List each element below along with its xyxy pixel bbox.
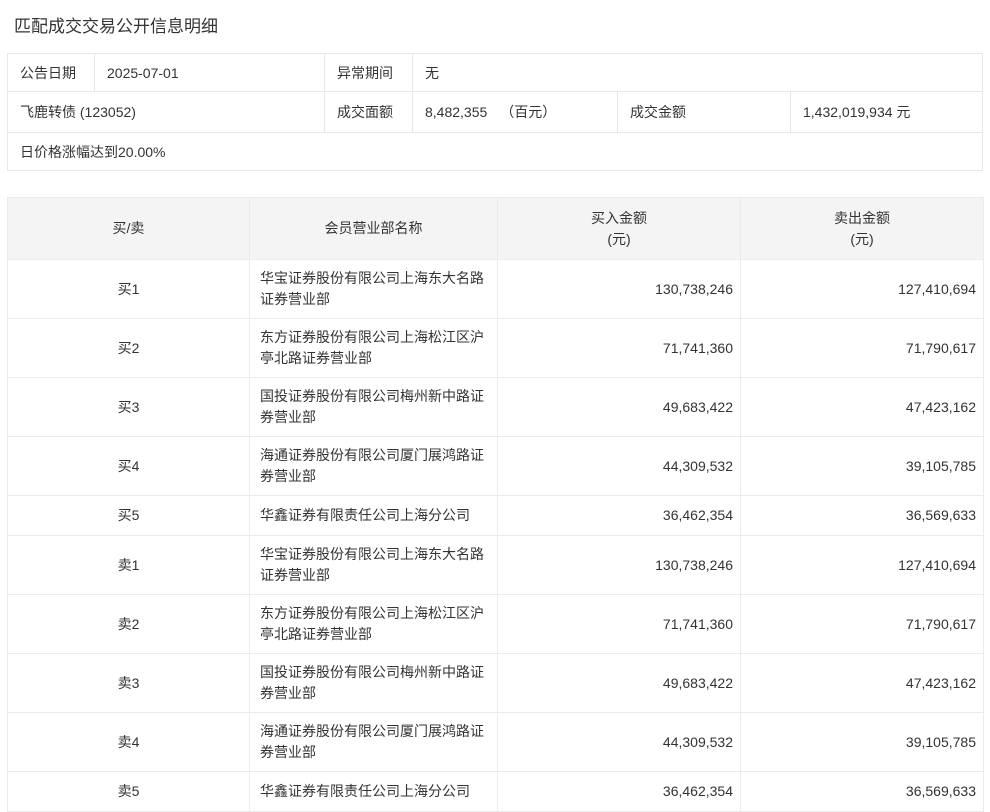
col-header-sell-line2: (元) — [850, 230, 874, 247]
price-change-note: 日价格涨幅达到20.00% — [8, 132, 982, 170]
branch-cell: 国投证券股份有限公司梅州新中路证券营业部 — [249, 377, 498, 437]
buy-amount-cell: 130,738,246 — [497, 535, 741, 595]
summary-info-box: 公告日期 2025-07-01 异常期间 无 飞鹿转债 (123052) 成交面… — [7, 53, 983, 171]
branch-cell: 海通证券股份有限公司厦门展鸿路证券营业部 — [249, 712, 498, 772]
table-row: 卖5 华鑫证券有限责任公司上海分公司 36,462,354 36,569,633 — [7, 771, 984, 812]
announce-date-value: 2025-07-01 — [95, 54, 325, 91]
table-row: 卖3 国投证券股份有限公司梅州新中路证券营业部 49,683,422 47,42… — [7, 653, 984, 713]
table-row: 买2 东方证券股份有限公司上海松江区沪亭北路证券营业部 71,741,360 7… — [7, 318, 984, 378]
col-header-buy-line2: (元) — [607, 230, 631, 247]
table-body: 买1 华宝证券股份有限公司上海东大名路证券营业部 130,738,246 127… — [7, 259, 984, 812]
table-header: 买/卖 会员营业部名称 买入金额 (元) 卖出金额 (元) — [7, 197, 984, 260]
buy-amount-cell: 49,683,422 — [497, 377, 741, 437]
side-cell: 卖2 — [7, 594, 250, 654]
buy-amount-cell: 36,462,354 — [497, 495, 741, 536]
side-cell: 买4 — [7, 436, 250, 496]
sell-amount-cell: 71,790,617 — [740, 318, 984, 378]
table-row: 卖1 华宝证券股份有限公司上海东大名路证券营业部 130,738,246 127… — [7, 535, 984, 595]
table-row: 买4 海通证券股份有限公司厦门展鸿路证券营业部 44,309,532 39,10… — [7, 436, 984, 496]
side-cell: 卖1 — [7, 535, 250, 595]
branch-cell: 东方证券股份有限公司上海松江区沪亭北路证券营业部 — [249, 318, 498, 378]
face-value-unit: （百元） — [500, 104, 557, 120]
side-cell: 卖5 — [7, 771, 250, 812]
col-header-sell-line1: 卖出金额 — [834, 209, 890, 226]
branch-cell: 华鑫证券有限责任公司上海分公司 — [249, 771, 498, 812]
security-name: 飞鹿转债 (123052) — [8, 91, 325, 132]
side-cell: 卖3 — [7, 653, 250, 713]
table-row: 卖4 海通证券股份有限公司厦门展鸿路证券营业部 44,309,532 39,10… — [7, 712, 984, 772]
col-header-sell: 卖出金额 (元) — [740, 197, 984, 260]
abnormal-period-label: 异常期间 — [325, 54, 413, 91]
sell-amount-cell: 47,423,162 — [740, 377, 984, 437]
announce-date-label: 公告日期 — [8, 54, 95, 91]
table-row: 买1 华宝证券股份有限公司上海东大名路证券营业部 130,738,246 127… — [7, 259, 984, 319]
buy-amount-cell: 71,741,360 — [497, 318, 741, 378]
col-header-buy-line1: 买入金额 — [591, 209, 647, 226]
sell-amount-cell: 47,423,162 — [740, 653, 984, 713]
table-row: 买5 华鑫证券有限责任公司上海分公司 36,462,354 36,569,633 — [7, 495, 984, 536]
table-header-row: 买/卖 会员营业部名称 买入金额 (元) 卖出金额 (元) — [7, 197, 984, 260]
side-cell: 买3 — [7, 377, 250, 437]
sell-amount-cell: 36,569,633 — [740, 495, 984, 536]
face-value-label: 成交面额 — [325, 91, 413, 132]
page-container: 匹配成交交易公开信息明细 公告日期 2025-07-01 异常期间 无 飞鹿转债… — [0, 15, 990, 812]
table-row: 卖2 东方证券股份有限公司上海松江区沪亭北路证券营业部 71,741,360 7… — [7, 594, 984, 654]
side-cell: 买1 — [7, 259, 250, 319]
buy-amount-cell: 130,738,246 — [497, 259, 741, 319]
sell-amount-cell: 71,790,617 — [740, 594, 984, 654]
col-header-buy: 买入金额 (元) — [497, 197, 741, 260]
sell-amount-cell: 127,410,694 — [740, 259, 984, 319]
sell-amount-cell: 127,410,694 — [740, 535, 984, 595]
branch-cell: 华宝证券股份有限公司上海东大名路证券营业部 — [249, 535, 498, 595]
sell-amount-cell: 39,105,785 — [740, 436, 984, 496]
side-cell: 卖4 — [7, 712, 250, 772]
buy-amount-cell: 44,309,532 — [497, 712, 741, 772]
branch-cell: 华宝证券股份有限公司上海东大名路证券营业部 — [249, 259, 498, 319]
buy-amount-cell: 44,309,532 — [497, 436, 741, 496]
side-cell: 买2 — [7, 318, 250, 378]
sell-amount-cell: 36,569,633 — [740, 771, 984, 812]
buy-amount-cell: 71,741,360 — [497, 594, 741, 654]
turnover-label: 成交金额 — [618, 91, 791, 132]
page-title: 匹配成交交易公开信息明细 — [14, 17, 218, 36]
branch-cell: 海通证券股份有限公司厦门展鸿路证券营业部 — [249, 436, 498, 496]
trading-disclosure-table: 买/卖 会员营业部名称 买入金额 (元) 卖出金额 (元) 买1 华宝证券股份有… — [7, 197, 984, 812]
table-row: 买3 国投证券股份有限公司梅州新中路证券营业部 49,683,422 47,42… — [7, 377, 984, 437]
branch-cell: 华鑫证券有限责任公司上海分公司 — [249, 495, 498, 536]
turnover-value: 1,432,019,934 元 — [791, 91, 982, 132]
branch-cell: 国投证券股份有限公司梅州新中路证券营业部 — [249, 653, 498, 713]
buy-amount-cell: 49,683,422 — [497, 653, 741, 713]
buy-amount-cell: 36,462,354 — [497, 771, 741, 812]
col-header-branch: 会员营业部名称 — [249, 197, 498, 260]
side-cell: 买5 — [7, 495, 250, 536]
abnormal-period-value: 无 — [425, 64, 439, 81]
col-header-side: 买/卖 — [7, 197, 250, 260]
face-value: 8,482,355 — [425, 104, 488, 120]
face-value-cell: 8,482,355 （百元） — [413, 91, 618, 132]
branch-cell: 东方证券股份有限公司上海松江区沪亭北路证券营业部 — [249, 594, 498, 654]
sell-amount-cell: 39,105,785 — [740, 712, 984, 772]
